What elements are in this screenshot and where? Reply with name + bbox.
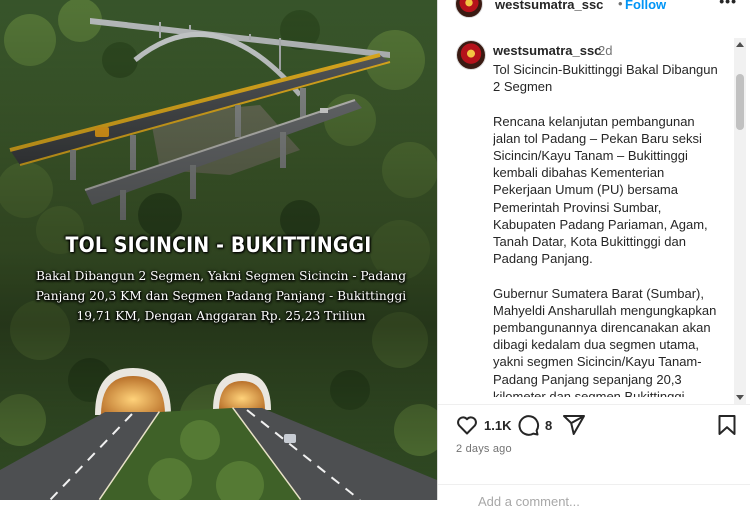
image-headline: TOL SICINCIN - BUKITTINGGI xyxy=(65,233,372,257)
caption-avatar[interactable] xyxy=(456,40,486,70)
post-header: westsumatra_ssc • Follow ••• xyxy=(455,0,745,18)
scroll-down-arrow-icon[interactable] xyxy=(736,395,744,400)
share-icon[interactable] xyxy=(562,413,586,437)
comment-icon[interactable] xyxy=(516,413,540,437)
scroll-up-arrow-icon[interactable] xyxy=(736,42,744,47)
action-bar: 1.1K 8 xyxy=(455,413,740,439)
bookmark-icon[interactable] xyxy=(715,413,739,437)
post-date: 2 days ago xyxy=(456,443,512,455)
header-separator: • xyxy=(618,0,623,11)
follow-button[interactable]: Follow xyxy=(625,0,666,12)
caption-text: Tol Sicincin-Bukittinggi Bakal Dibangun … xyxy=(493,62,718,397)
divider xyxy=(438,404,750,405)
comment-count[interactable]: 8 xyxy=(545,418,552,433)
avatar[interactable] xyxy=(455,0,483,18)
post-detail-panel: westsumatra_ssc • Follow ••• westsumatra… xyxy=(437,0,750,509)
comment-input[interactable]: Add a comment... xyxy=(478,494,580,509)
image-caption-overlay: Bakal Dibangun 2 Segmen, Yakni Segmen Si… xyxy=(35,269,407,323)
more-horizontal-icon[interactable]: ••• xyxy=(719,0,737,9)
scrollbar-thumb[interactable] xyxy=(736,74,744,130)
caption-time: 2d xyxy=(598,43,613,58)
header-username[interactable]: westsumatra_ssc xyxy=(495,0,603,12)
like-count[interactable]: 1.1K xyxy=(484,418,511,433)
heart-icon[interactable] xyxy=(455,413,479,437)
comments-scrollbar[interactable] xyxy=(734,38,746,404)
caption-username[interactable]: westsumatra_ssc xyxy=(493,43,601,58)
post-image[interactable]: TOL SICINCIN - BUKITTINGGI Bakal Dibangu… xyxy=(0,0,437,500)
